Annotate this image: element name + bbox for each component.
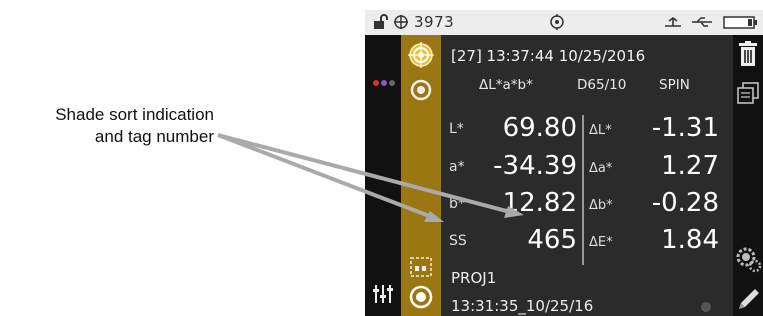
crosshair-icon: [394, 15, 408, 29]
column-divider: [582, 115, 584, 265]
project-name[interactable]: PROJ1: [451, 269, 496, 287]
spec-mode-label[interactable]: SPIN: [659, 77, 690, 93]
copy-record-icon[interactable]: [736, 81, 760, 105]
usb-icon: [692, 17, 712, 27]
target-mode-icon[interactable]: [408, 42, 434, 68]
color-mode-label[interactable]: ΔL*a*b*: [479, 77, 533, 93]
standard-timestamp[interactable]: 13:31:35_10/25/16: [451, 297, 593, 315]
shade-sort-value: 465: [527, 225, 577, 255]
delta-l-value: -1.31: [651, 113, 719, 143]
battery-icon: [723, 16, 757, 29]
pencil-icon[interactable]: [735, 285, 763, 313]
status-bar: 3973: [365, 10, 763, 35]
delta-e-value: 1.84: [661, 225, 719, 255]
sample-header: [27] 13:37:44 10/25/2016: [451, 47, 646, 65]
measurement-panel: [27] 13:37:44 10/25/2016 ΔL*a*b* D65/10 …: [441, 35, 733, 316]
device-id: 3973: [414, 13, 455, 31]
gear-icon[interactable]: [734, 245, 762, 273]
sample-mode-icon[interactable]: [410, 79, 432, 101]
callout-line-1: Shade sort indication: [55, 105, 214, 124]
settings-dial-icon: [550, 14, 564, 30]
unlock-icon[interactable]: [373, 14, 389, 30]
indicator-dot-icon: [701, 302, 711, 312]
trash-icon[interactable]: [738, 41, 758, 67]
delta-b-label: Δb*: [589, 198, 613, 213]
status-dots-icon: [373, 71, 397, 90]
delta-a-label: Δa*: [589, 161, 613, 176]
delta-e-label: ΔE*: [589, 235, 613, 250]
shade-sort-callout: Shade sort indication and tag number: [4, 104, 214, 148]
job-icon[interactable]: [410, 257, 432, 277]
b-value: 12.82: [502, 188, 577, 218]
illuminant-label[interactable]: D65/10: [577, 77, 626, 93]
left-sidebar: [365, 35, 401, 316]
delta-b-value: -0.28: [651, 188, 719, 218]
l-value: 69.80: [502, 113, 577, 143]
callout-line-2: and tag number: [94, 127, 214, 146]
delta-a-value: 1.27: [661, 151, 719, 181]
bluetooth-icon: [665, 17, 681, 27]
measure-button-icon[interactable]: [409, 285, 433, 309]
sliders-icon[interactable]: [372, 283, 394, 305]
mode-strip: [401, 35, 441, 316]
a-value: -34.39: [493, 151, 577, 181]
right-toolbar: [733, 35, 763, 316]
delta-l-label: ΔL*: [589, 123, 612, 138]
instrument-screen: 3973 [27] 13:37:44 10/25/2016 ΔL*a*b* D6…: [365, 10, 763, 316]
